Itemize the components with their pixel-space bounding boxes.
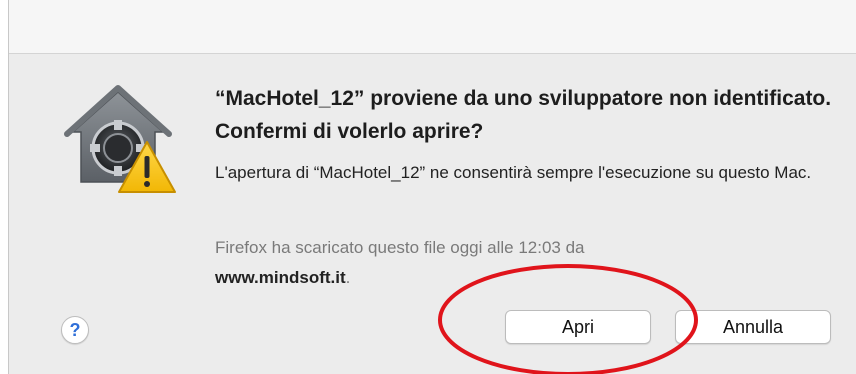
cancel-button[interactable]: Annulla (675, 310, 831, 344)
download-info-suffix: . (345, 268, 351, 287)
dialog-message: L'apertura di “MacHotel_12” ne consentir… (215, 163, 812, 182)
open-button[interactable]: Apri (505, 310, 651, 344)
screenshot-stage: “MacHotel_12” proviene da uno sviluppato… (0, 0, 856, 374)
download-info-text: Firefox ha scaricato questo file oggi al… (215, 238, 585, 257)
dialog-headline: “MacHotel_12” proviene da uno sviluppato… (215, 87, 832, 143)
download-host-link: www.mindsoft.it (215, 268, 346, 287)
security-alert-dialog: “MacHotel_12” proviene da uno sviluppato… (8, 0, 856, 374)
gatekeeper-warning-icon (64, 85, 176, 193)
download-info: Firefox ha scaricato questo file oggi al… (215, 233, 845, 293)
help-button[interactable]: ? (61, 316, 89, 344)
dialog-titlebar (9, 0, 856, 54)
